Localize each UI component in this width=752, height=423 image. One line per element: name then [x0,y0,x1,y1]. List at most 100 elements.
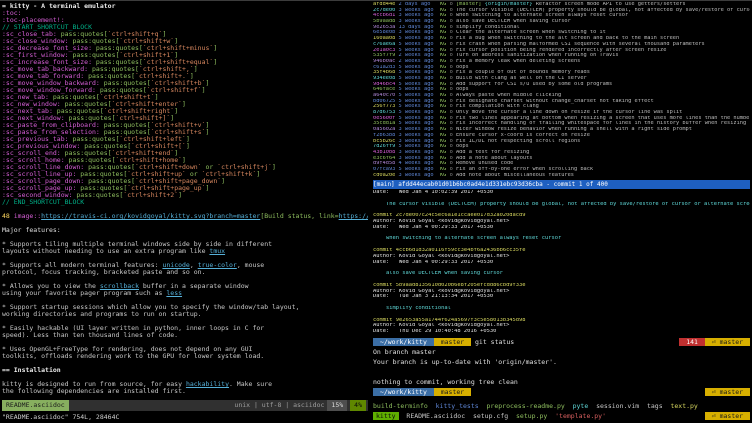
terminal-line: * Supports all modern terminal features:… [2,262,368,269]
text-segment: `ctrl+shift+equal` [143,59,213,66]
terminal-line [2,374,368,381]
text-segment: commit 4ccb6d1d32a0116f59cc3e4bf6a2436bb… [373,248,526,253]
text-segment [373,265,376,270]
text-segment: Date: Wed Jan 4 00:29:33 2017 +0530 [373,260,493,265]
text-segment: ] [174,52,178,59]
text-segment: pass:quotes[ [49,94,100,101]
text-segment: KG [440,76,450,81]
text-segment: build-terminfo [373,402,428,410]
terminal-line: Your branch is up-to-date with 'origin/m… [373,357,750,367]
text-segment: KG [440,42,450,47]
text-segment: KG [440,87,450,92]
terminal-line: The cursor visible (DECTCEM) property sh… [373,202,750,208]
terminal-line: :sc_scroll_end: pass:quotes[`ctrl+shift+… [2,150,368,157]
text-segment [465,412,473,420]
git-log-pane[interactable]: afdd44e 2 days ago KG o [master] {origin… [373,2,750,180]
text-segment: Fix cursor position being rendered incor… [456,48,666,53]
text-segment: pass:quotes[ [84,164,135,171]
terminal-line: :sc_scroll_line_up: pass:quotes[`ctrl+sh… [2,171,368,178]
text-segment: pass:quotes[ [100,80,151,87]
text-segment: `ctrl+shift+end` [112,150,175,157]
text-segment: Fix a bug when switching to the alt scre… [456,36,679,41]
text-segment: pass:quotes[ [69,38,120,45]
text-segment: :sc_scroll_line_up: [2,171,76,178]
text-segment: `ctrl+shift+]` [116,115,171,122]
terminal-line: * Supports tiling multiple terminal wind… [2,241,368,248]
shell-bottom-output: build-terminfo kitty_tests preprocess-re… [373,401,750,421]
text-segment: pass:quotes[ [61,101,112,108]
text-segment: KG [440,25,450,30]
text-segment: pass:quotes[ [80,143,131,150]
text-segment: :sc_scroll_home: [2,157,65,164]
text-segment: tmux [209,248,225,255]
text-segment: text.py [670,402,697,410]
text-segment: :sc_previous_window: [2,143,80,150]
terminal-line: :sc_move_window_backward: pass:quotes[`c… [2,80,368,87]
text-segment: ] [213,45,217,52]
terminal-line: // START_SHORTCUT_BLOCK [2,24,368,31]
terminal-line: = kitty - A terminal emulator [2,3,368,10]
text-segment: KG [440,150,450,155]
text-segment: * Supports all modern terminal features: [2,262,162,269]
shell-pane-top[interactable]: ~/work/kitty master git status 141 ⏎ mas… [373,337,750,400]
terminal-line: :sc_next_window: pass:quotes[`ctrl+shift… [2,115,368,122]
text-segment: `ctrl+shift+,` [139,66,194,73]
commit-detail-list: Date: Wed Jan 4 10:02:39 2017 +0530 The … [373,190,750,335]
text-segment: using your favorite pager program such a… [2,290,166,297]
text-segment: Fix compilation with clang [456,104,539,109]
text-segment: 5 weeks ago [399,36,440,41]
text-segment: * Easily hackable (UI layer written in p… [2,325,264,332]
text-segment: :toc: [2,10,22,17]
shell-pane-bottom[interactable]: build-terminfo kitty_tests preprocess-re… [373,401,750,422]
text-segment: // START_SHORTCUT_BLOCK [2,24,92,31]
text-segment: pass:quotes[ [92,45,143,52]
text-segment: 2 weeks ago [399,53,440,58]
kitty-terminal-window: = kitty - A terminal emulator:toc::toc-p… [0,0,752,423]
text-segment: hackability [186,381,229,388]
editor-pane[interactable]: = kitty - A terminal emulator:toc::toc-p… [2,3,368,400]
terminal-line [2,339,368,346]
text-segment: Always paste when middle clicking [456,93,561,98]
text-segment: KG [440,167,450,172]
text-segment: `ctrl+shift+b` [151,80,206,87]
text-segment: 3 weeks ago [399,139,440,144]
text-segment: 6e58e0b [373,30,399,35]
text-segment: ~/work/kitty [373,388,434,396]
text-segment: :sc_scroll_line_down: [2,164,84,171]
text-segment: [Build status, link= [260,213,338,220]
commit-detail-pane[interactable]: Date: Wed Jan 4 10:02:39 2017 +0530 The … [373,190,750,336]
terminal-line: :sc_close_window: pass:quotes[`ctrl+shif… [2,38,368,45]
text-segment: * Allows you to view the [2,283,100,290]
text-segment: :sc_move_window_backward: [2,80,100,87]
text-segment: On branch master [373,348,436,356]
text-segment: :sc_next_tab: [2,108,53,115]
text-segment: 9e2653a [373,25,399,30]
text-segment: :sc_scroll_page_up: [2,185,76,192]
text-segment: ] [186,136,190,143]
text-segment: KG [440,173,450,178]
terminal-line: :toc: [2,10,368,17]
text-segment: `ctrl+shift+v` [151,122,206,129]
terminal-line: :sc_paste_from_clipboard: pass:quotes[`c… [2,122,368,129]
text-segment: pass:quotes[ [65,157,116,164]
text-segment: commit 2c7de007c24c5ec6a1e1ccaee017d32a0… [373,213,526,218]
text-segment: KG [440,36,450,41]
text-segment: ] [194,66,198,73]
text-segment: :sc_paste_from_clipboard: [2,122,100,129]
terminal-line: using your favorite pager program such a… [2,290,368,297]
text-segment: :sc_close_window: [2,38,69,45]
text-segment: 4ccb6d1 [373,13,399,18]
terminal-line: :sc_scroll_page_down: pass:quotes[`ctrl+… [2,178,368,185]
text-segment: kitty_tests [436,402,479,410]
text-segment: `ctrl+shift+q` [108,31,163,38]
terminal-line: :sc_first_window: pass:quotes[`ctrl+shif… [2,52,368,59]
terminal-line: * Uses OpenGL+FreeType for rendering, do… [2,346,368,353]
text-segment: :sc_previous_tab: [2,136,69,143]
text-segment: Date: Tue Jan 3 21:13:34 2017 +0530 [373,294,493,299]
text-segment: 946b0ac [373,59,399,64]
text-segment: `ctrl+shift+left` [119,136,186,143]
text-segment: == Installation [2,367,61,374]
text-segment: 7d26ff9 [373,144,399,149]
text-segment: 3 weeks ago [399,127,440,132]
text-segment: KG [440,93,450,98]
